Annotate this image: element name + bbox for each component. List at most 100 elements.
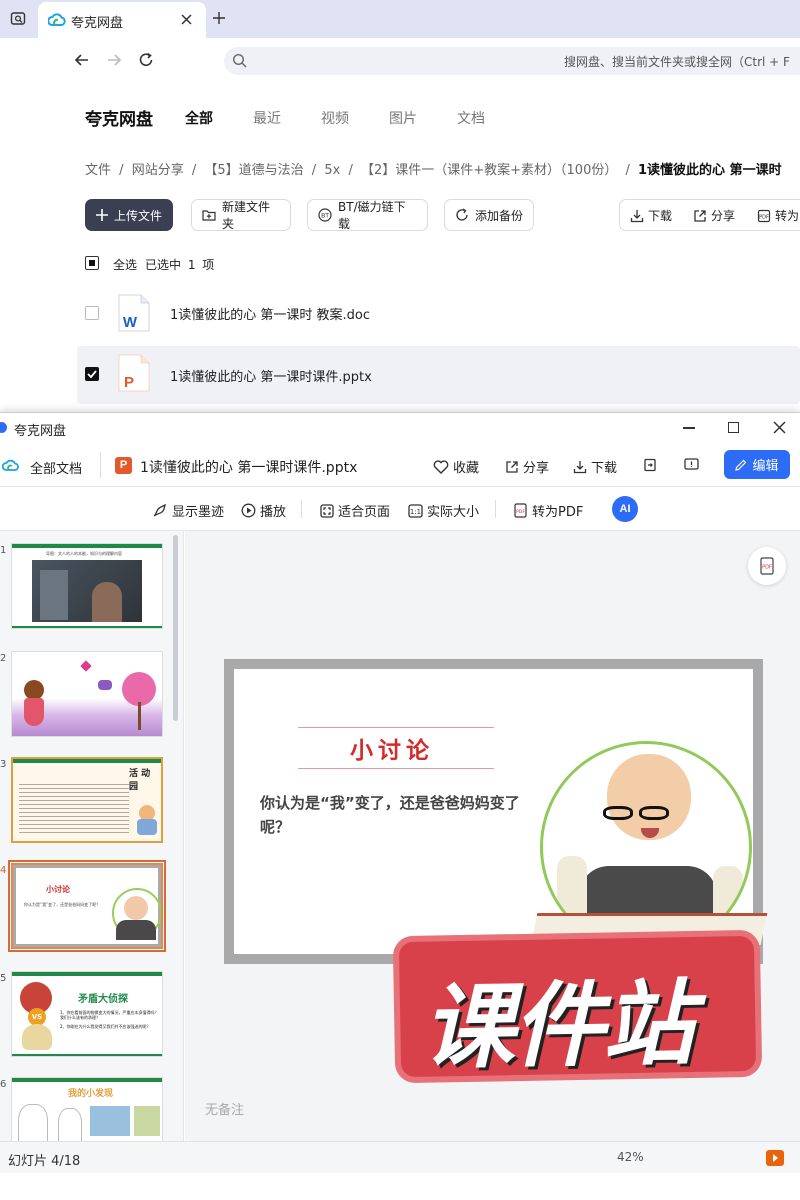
tab-video[interactable]: 视频: [321, 108, 349, 128]
download-icon: [573, 460, 587, 474]
row-checkbox-checked[interactable]: [85, 367, 99, 381]
show-ink-label: 显示墨迹: [172, 505, 225, 520]
thumb-number: 5: [0, 973, 7, 984]
row-checkbox[interactable]: [85, 306, 99, 320]
maximize-icon[interactable]: [728, 422, 739, 433]
bird-shape: [98, 680, 112, 690]
breadcrumb-item[interactable]: 5x: [324, 163, 340, 178]
save-to-icon[interactable]: [643, 458, 657, 472]
sketch-figure: [18, 1104, 48, 1141]
sketch-figure: [58, 1108, 82, 1141]
back-icon[interactable]: [74, 52, 90, 68]
tab-recent[interactable]: 最近: [253, 108, 281, 128]
pptx-file-icon: P: [115, 457, 132, 474]
play-button[interactable]: 播放: [241, 501, 286, 520]
preview-download-button[interactable]: 下载: [573, 457, 617, 476]
file-row-selected[interactable]: P 1读懂彼此的心 第一课时课件.pptx: [77, 346, 800, 404]
address-placeholder: 搜网盘、搜当前文件夹或搜全网（Ctrl + F: [564, 55, 790, 69]
pink-tree: [122, 672, 156, 706]
select-all-checkbox[interactable]: [85, 256, 99, 270]
to-pdf-action[interactable]: PDF 转为: [757, 207, 799, 224]
slide-thumb-6[interactable]: 我的小发现: [11, 1077, 163, 1141]
download-icon: [630, 209, 644, 223]
slide-frame: 小讨论 你认为是“我”变了，还是爸爸妈妈变了呢？: [224, 659, 768, 964]
slide-thumb-2[interactable]: [11, 651, 163, 737]
upload-button[interactable]: 上传文件: [85, 199, 173, 231]
ai-assistant-icon[interactable]: AI: [612, 496, 638, 522]
all-docs-link[interactable]: 全部文档: [30, 458, 82, 477]
svg-text:PDF: PDF: [516, 509, 525, 515]
preview-toolbar: 显示墨迹 播放 适合页面 1:1 实际大小 PDF 转为PDF AI: [0, 487, 800, 531]
show-ink-button[interactable]: 显示墨迹: [152, 501, 224, 520]
slide-thumb-1[interactable]: 导图：文人的人的本能，知识与的理解内容: [11, 543, 163, 629]
reload-icon[interactable]: [138, 52, 154, 68]
thumb-header-bar: [12, 1078, 162, 1082]
pdf-float-button[interactable]: PDF: [748, 547, 786, 585]
video-still: [32, 560, 142, 622]
report-icon[interactable]: [684, 458, 699, 472]
pdf-convert-icon: PDF: [513, 503, 528, 518]
browser-tab[interactable]: 夸克网盘: [38, 2, 206, 38]
baby-head: [124, 896, 148, 920]
watermark-text: 课件站: [421, 970, 694, 1082]
tree-trunk: [138, 702, 141, 730]
file-name[interactable]: 1读懂彼此的心 第一课时课件.pptx: [170, 366, 372, 385]
text-lines: [19, 781, 129, 833]
search-icon: [232, 53, 247, 68]
character-body: [137, 819, 157, 835]
slide-thumb-4-active[interactable]: 小讨论 你认为是“我”变了，还是爸爸妈妈变了呢？: [8, 860, 166, 952]
thumb-frame: 小讨论 你认为是“我”变了，还是爸爸妈妈变了呢？: [13, 865, 161, 947]
sidebar-scrollbar[interactable]: [173, 535, 178, 721]
to-pdf-button[interactable]: PDF 转为PDF: [513, 501, 583, 520]
browser-tab-bar: 夸克网盘: [0, 0, 800, 38]
thumb-number-active: 4: [0, 865, 7, 876]
play-label: 播放: [260, 505, 287, 520]
app-logo: 夸克网盘: [85, 110, 153, 130]
new-tab-icon[interactable]: [212, 11, 226, 25]
play-icon: [241, 503, 256, 518]
breadcrumb-item[interactable]: 文件: [85, 163, 111, 178]
svg-text:P: P: [124, 374, 134, 391]
add-backup-button[interactable]: 添加备份: [444, 199, 534, 231]
tab-image[interactable]: 图片: [389, 108, 417, 128]
close-window-icon[interactable]: [773, 421, 786, 434]
play-slideshow-icon[interactable]: [766, 1150, 784, 1166]
tab-document[interactable]: 文档: [457, 108, 485, 128]
preview-share-button[interactable]: 分享: [505, 457, 549, 476]
slide-question: 你认为是“我”变了，还是爸爸妈妈变了呢？: [260, 794, 520, 836]
no-notes-label: 无备注: [205, 1103, 245, 1118]
breadcrumb-separator: /: [348, 163, 353, 178]
download-action[interactable]: 下载: [630, 207, 672, 224]
edit-button[interactable]: 编辑: [724, 450, 790, 479]
address-bar[interactable]: 搜网盘、搜当前文件夹或搜全网（Ctrl + F: [224, 47, 800, 75]
close-tab-icon[interactable]: [180, 13, 193, 26]
tab-all[interactable]: 全部: [185, 108, 213, 128]
slide-thumb-5[interactable]: VS 矛盾大侦探 1、你在看前面的物换变大的情况，严重应本身值得吗？我们什么该有…: [11, 971, 163, 1057]
breadcrumb-item[interactable]: 网站分享: [132, 163, 184, 178]
title-rule-top: [298, 727, 494, 728]
new-folder-button[interactable]: 新建文件夹: [191, 199, 291, 231]
bt-download-button[interactable]: BT BT/磁力链下载: [307, 199, 428, 231]
forward-icon[interactable]: [106, 52, 122, 68]
video-figure: [92, 582, 122, 622]
file-name[interactable]: 1读懂彼此的心 第一课时 教案.doc: [170, 304, 370, 323]
minimize-icon[interactable]: [683, 427, 695, 429]
share-action[interactable]: 分享: [693, 207, 735, 224]
file-row[interactable]: W 1读懂彼此的心 第一课时 教案.doc: [77, 284, 800, 342]
fit-page-button[interactable]: 适合页面: [320, 501, 390, 520]
favorite-button[interactable]: 收藏: [433, 457, 479, 476]
breadcrumb-item[interactable]: 【5】道德与法治: [204, 163, 303, 178]
breadcrumb: 文件 / 网站分享 / 【5】道德与法治 / 5x / 【2】课件一（课件+教案…: [85, 159, 800, 178]
breadcrumb-separator: /: [311, 163, 317, 178]
ink-icon: [152, 503, 168, 518]
girl-head: [24, 680, 44, 700]
breadcrumb-item[interactable]: 【2】课件一（课件+教案+素材）（100份）: [361, 163, 617, 178]
preview-download-label: 下载: [591, 461, 618, 476]
bt-label: BT/磁力链下载: [338, 200, 406, 231]
tab-search-icon[interactable]: [10, 11, 26, 27]
pencil-icon: [735, 459, 747, 471]
actual-size-button[interactable]: 1:1 实际大小: [408, 501, 479, 520]
svg-text:1:1: 1:1: [410, 508, 421, 516]
cloud-icon: [2, 458, 20, 472]
slide-thumb-3[interactable]: 活 动 园: [11, 757, 163, 843]
